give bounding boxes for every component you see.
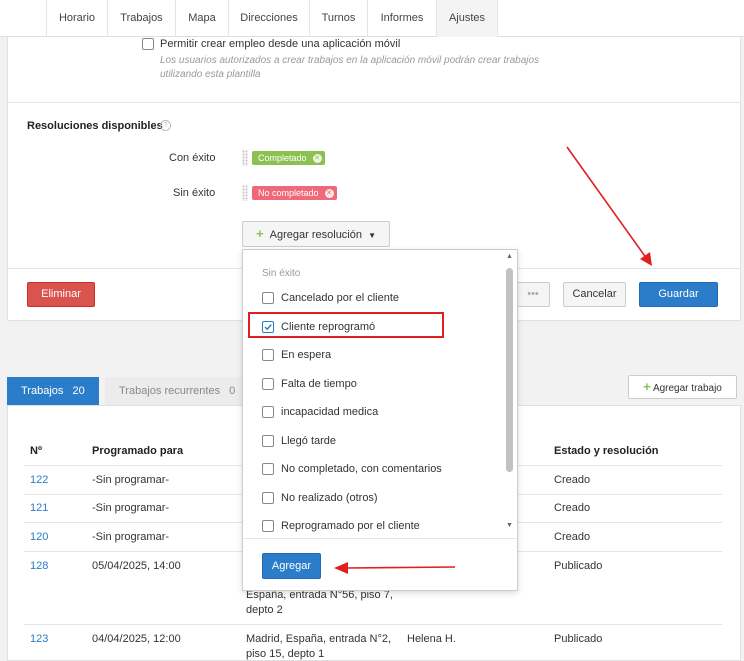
arrow-line (566, 146, 648, 260)
arrow-line (344, 566, 456, 569)
annotation-arrows (334, 146, 652, 574)
arrow-head-icon (640, 252, 652, 266)
arrow-head-icon (334, 562, 348, 574)
